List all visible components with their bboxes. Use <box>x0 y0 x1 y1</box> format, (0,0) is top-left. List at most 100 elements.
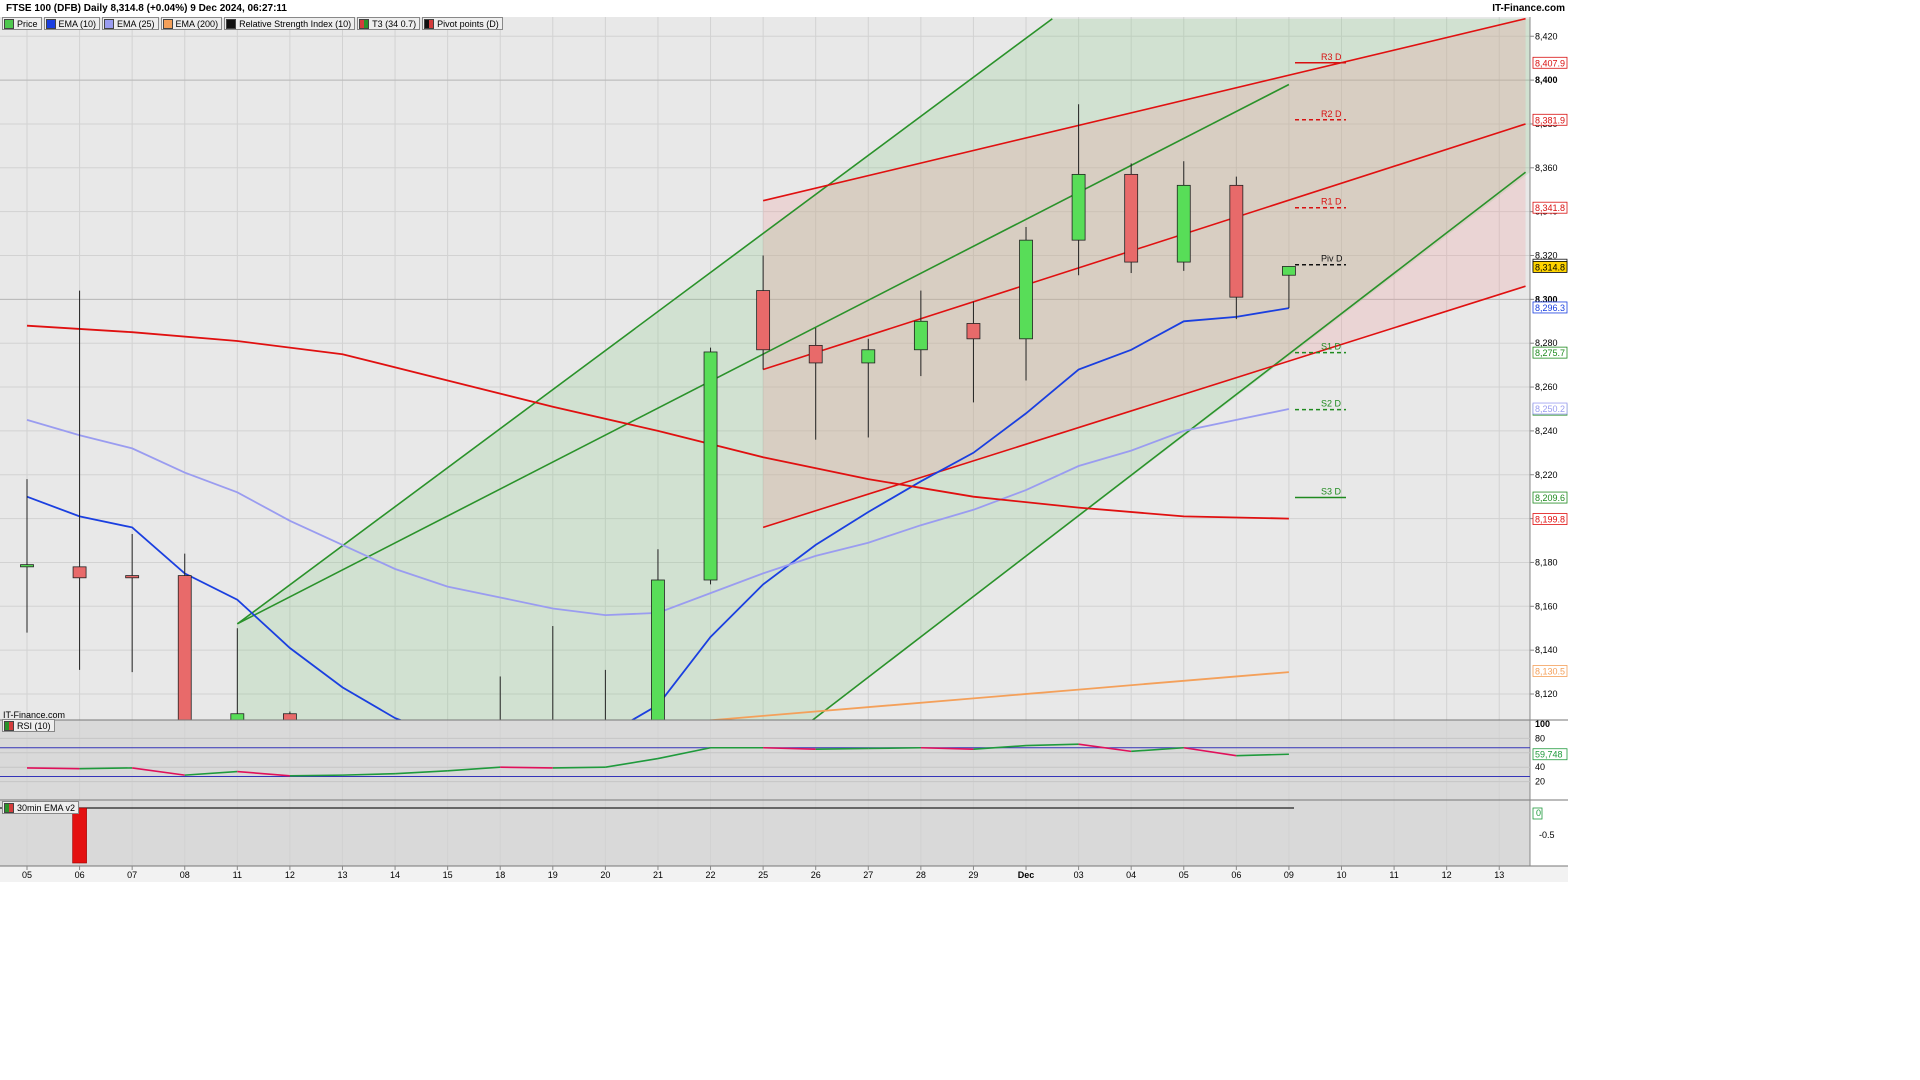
legend-label: EMA (25) <box>117 18 155 29</box>
y-tick-label: 8,140 <box>1535 645 1558 655</box>
pivot-label: R2 D <box>1321 109 1342 119</box>
pivot-tag: 8,341.8 <box>1535 203 1565 213</box>
x-tick-label: 29 <box>968 870 978 880</box>
rsi-panel-bg <box>0 720 1530 800</box>
x-tick-label: 27 <box>863 870 873 880</box>
rsi-tick-label: 20 <box>1535 777 1545 787</box>
rsi-value-tag: 59,748 <box>1535 750 1563 760</box>
y-tick-label: 8,280 <box>1535 338 1558 348</box>
price-tag: 8,296.3 <box>1535 303 1565 313</box>
pivot-tag: 8,209.6 <box>1535 493 1565 503</box>
candle-up <box>1176 184 1191 263</box>
y-tick-label: 8,240 <box>1535 426 1558 436</box>
pivot-label: S2 D <box>1321 399 1342 409</box>
legend-ema-200[interactable]: EMA (200) <box>160 17 223 30</box>
x-tick-label: 18 <box>495 870 505 880</box>
legend-swatch-icon <box>4 18 14 29</box>
legend-label: T3 (34 0.7) <box>372 18 417 29</box>
x-tick-label: 07 <box>127 870 137 880</box>
y-tick-label: 8,420 <box>1535 31 1558 41</box>
x-tick-label: 11 <box>233 870 242 880</box>
x-tick-label: 10 <box>1336 870 1346 880</box>
legend-label: EMA (10) <box>58 18 97 29</box>
price-tag: 8,250.2 <box>1535 404 1565 414</box>
pivot-label: S1 D <box>1321 342 1342 352</box>
legend-swatch-icon <box>424 18 435 29</box>
rsi-segment <box>289 774 343 777</box>
pivot-tag: 8,381.9 <box>1535 115 1565 125</box>
rsi-tick-label: 40 <box>1535 762 1545 772</box>
x-tick-label: 12 <box>1442 870 1452 880</box>
x-tick-label: 15 <box>443 870 453 880</box>
pivot-label: R1 D <box>1321 197 1342 207</box>
candle-down <box>177 575 192 720</box>
rsi-segment <box>868 746 921 750</box>
x-tick-label: 04 <box>1126 870 1136 880</box>
x-tick-label: Dec <box>1018 870 1035 880</box>
legend-swatch-icon <box>45 18 56 29</box>
y-tick-label: 8,360 <box>1535 163 1558 173</box>
legend-label: Relative Strength Index (10) <box>239 18 352 29</box>
rsi-tick-label: 80 <box>1535 733 1545 743</box>
legend-swatch-icon <box>226 18 237 29</box>
osc-panel-bg <box>0 800 1530 866</box>
candle-up <box>651 579 665 720</box>
candle-down <box>1124 173 1139 263</box>
osc-tick-label: -0.5 <box>1539 830 1555 840</box>
y-tick-label: 8,160 <box>1535 601 1558 611</box>
legend-t3[interactable]: T3 (34 0.7) <box>357 17 421 30</box>
x-tick-label: 13 <box>337 870 347 880</box>
legend-price[interactable]: Price <box>2 17 42 30</box>
x-tick-label: 26 <box>811 870 821 880</box>
x-tick-label: 21 <box>653 870 663 880</box>
pivot-label: S3 D <box>1321 487 1342 497</box>
y-tick-label: 8,220 <box>1535 470 1558 480</box>
x-tick-label: 12 <box>285 870 295 880</box>
pivot-tag: 8,275.7 <box>1535 348 1565 358</box>
x-tick-label: 28 <box>916 870 926 880</box>
candle-up <box>1019 239 1033 340</box>
x-tick-label: 03 <box>1074 870 1084 880</box>
rsi-segment <box>500 766 553 769</box>
pivot-label: R3 D <box>1321 52 1342 62</box>
candle-down <box>72 566 87 579</box>
x-tick-label: 06 <box>1231 870 1241 880</box>
candle-down <box>125 575 140 579</box>
candle-down <box>282 713 297 720</box>
x-tick-label: 14 <box>390 870 400 880</box>
legend-swatch-icon <box>162 18 173 29</box>
rsi-segment <box>26 767 80 770</box>
x-tick-label: 19 <box>548 870 558 880</box>
candle-up <box>861 349 876 364</box>
chart-title: FTSE 100 (DFB) Daily 8,314.8 (+0.04%) 9 … <box>6 3 287 14</box>
x-tick-label: 05 <box>1179 870 1189 880</box>
rsi-segment <box>815 747 869 750</box>
candle-up <box>20 564 34 568</box>
y-tick-label: 8,400 <box>1535 75 1558 85</box>
rsi-label: RSI (10) <box>17 720 51 731</box>
candle-down <box>756 290 771 351</box>
y-tick-label: 8,260 <box>1535 382 1558 392</box>
candle-down <box>966 323 981 340</box>
legend-label: Price <box>17 18 38 29</box>
x-tick-label: 20 <box>600 870 610 880</box>
pivot-label: Piv D <box>1321 254 1343 264</box>
x-tick-label: 11 <box>1389 870 1398 880</box>
legend-swatch-icon <box>359 18 370 29</box>
y-tick-label: 8,180 <box>1535 557 1558 567</box>
pivot-tag: 8,407.9 <box>1535 58 1565 68</box>
price-tag: 8,130.5 <box>1535 666 1565 676</box>
osc-value-tag: 0 <box>1536 808 1541 818</box>
rsi-panel-label[interactable]: RSI (10) <box>2 719 55 732</box>
legend-ema-25[interactable]: EMA (25) <box>102 17 159 30</box>
candle-up <box>1071 173 1086 241</box>
ema-osc-panel-label[interactable]: 30min EMA v2 <box>2 801 80 814</box>
legend-swatch-icon <box>104 18 115 29</box>
legend-label: EMA (200) <box>175 18 219 29</box>
legend-ema-10[interactable]: EMA (10) <box>43 17 101 30</box>
legend-rsi[interactable]: Relative Strength Index (10) <box>224 17 356 30</box>
legend-pivot-points[interactable]: Pivot points (D) <box>422 17 503 30</box>
x-tick-label: 25 <box>758 870 768 880</box>
legend-swatch-icon <box>4 802 14 813</box>
y-tick-label: 8,120 <box>1535 689 1558 699</box>
